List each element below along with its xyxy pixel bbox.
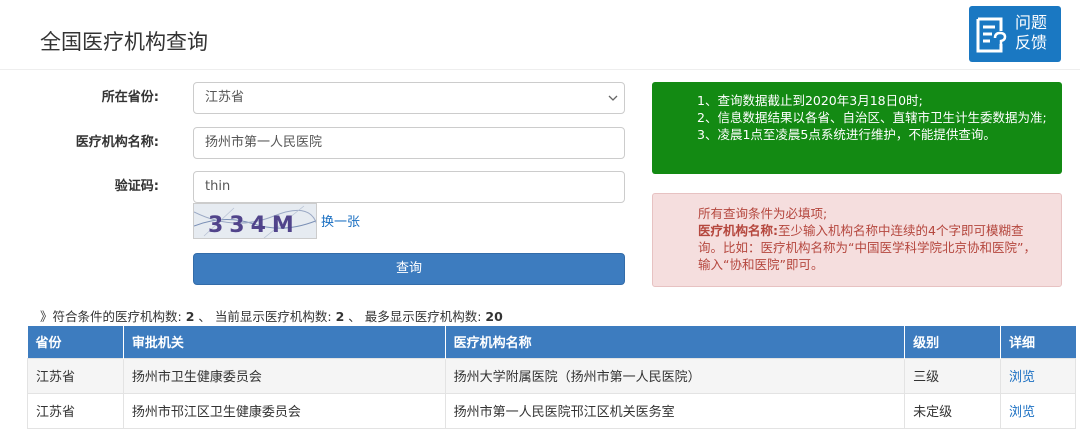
chevron-down-icon bbox=[608, 95, 618, 101]
notice-info-line-2: 2、信息数据结果以各省、自治区、直辖市卫生计生委数据为准; bbox=[697, 110, 1047, 125]
col-province: 省份 bbox=[27, 326, 124, 358]
cell-detail: 浏览 bbox=[1000, 392, 1076, 429]
province-label: 所在省份: bbox=[101, 90, 159, 105]
result-table: 省份 审批机关 医疗机构名称 级别 详细 江苏省 扬州市卫生健康委员会 扬州大学… bbox=[27, 326, 1076, 429]
feedback-button[interactable]: 问题 反馈 bbox=[969, 6, 1061, 62]
captcha-row: 验证码: thin bbox=[0, 171, 640, 203]
summary-max-count: 20 bbox=[485, 309, 503, 324]
cell-approval-authority: 扬州市邗江区卫生健康委员会 bbox=[122, 392, 446, 429]
result-summary: 》符合条件的医疗机构数: 2 、 当前显示医疗机构数: 2 、 最多显示医疗机构… bbox=[40, 306, 503, 325]
summary-matched-count: 2 bbox=[185, 309, 195, 324]
institution-label: 医疗机构名称: bbox=[75, 135, 159, 150]
notice-info-line-1: 1、查询数据截止到2020年3月18日0时; bbox=[697, 93, 923, 108]
notice-info-line-3: 3、凌晨1点至凌晨5点系统进行维护，不能提供查询。 bbox=[697, 127, 996, 142]
view-detail-link[interactable]: 浏览 bbox=[1009, 370, 1035, 385]
cell-institution-name: 扬州大学附属医院（扬州市第一人民医院） bbox=[444, 357, 906, 394]
col-detail: 详细 bbox=[1000, 326, 1076, 358]
table-row: 江苏省 扬州市卫生健康委员会 扬州大学附属医院（扬州市第一人民医院） 三级 浏览 bbox=[27, 357, 1076, 394]
notice-info: 1、查询数据截止到2020年3月18日0时; 2、信息数据结果以各省、自治区、直… bbox=[652, 82, 1062, 174]
summary-max-label: 、 最多显示医疗机构数: bbox=[348, 309, 482, 324]
summary-matched-label: 》符合条件的医疗机构数: bbox=[40, 309, 182, 324]
institution-row: 医疗机构名称: 扬州市第一人民医院 bbox=[0, 127, 640, 159]
cell-approval-authority: 扬州市卫生健康委员会 bbox=[122, 357, 446, 394]
captcha-input[interactable]: thin bbox=[193, 171, 625, 203]
view-detail-link[interactable]: 浏览 bbox=[1009, 405, 1035, 420]
institution-name-input[interactable]: 扬州市第一人民医院 bbox=[193, 127, 625, 159]
cell-level: 三级 bbox=[904, 357, 1002, 394]
feedback-label-2: 反馈 bbox=[1015, 33, 1048, 52]
captcha-refresh-link[interactable]: 换一张 bbox=[321, 211, 360, 230]
table-row: 江苏省 扬州市邗江区卫生健康委员会 扬州市第一人民医院邗江区机关医务室 未定级 … bbox=[27, 392, 1076, 429]
captcha-label: 验证码: bbox=[114, 179, 159, 194]
col-institution-name: 医疗机构名称 bbox=[445, 326, 906, 358]
summary-shown-count: 2 bbox=[335, 309, 345, 324]
institution-value: 扬州市第一人民医院 bbox=[205, 135, 323, 150]
cell-level: 未定级 bbox=[904, 392, 1002, 429]
cell-detail: 浏览 bbox=[1000, 357, 1076, 394]
summary-shown-label: 、 当前显示医疗机构数: bbox=[198, 309, 332, 324]
col-level: 级别 bbox=[904, 326, 1002, 358]
page-header: 全国医疗机构查询 问题 反馈 bbox=[0, 0, 1080, 70]
feedback-form-icon bbox=[976, 17, 1007, 53]
cell-institution-name: 扬州市第一人民医院邗江区机关医务室 bbox=[444, 392, 906, 429]
province-select[interactable]: 江苏省 bbox=[193, 82, 625, 114]
notice-required-bold: 医疗机构名称: bbox=[698, 223, 778, 238]
cell-province: 江苏省 bbox=[27, 392, 124, 429]
query-button[interactable]: 查询 bbox=[193, 253, 625, 285]
captcha-image[interactable]: 334M bbox=[193, 203, 317, 239]
notice-required: 所有查询条件为必填项; 医疗机构名称:至少输入机构名称中连续的4个字即可模糊查询… bbox=[652, 193, 1062, 287]
cell-province: 江苏省 bbox=[27, 357, 124, 394]
notice-required-line-1: 所有查询条件为必填项; bbox=[698, 206, 828, 221]
captcha-text: 334M bbox=[208, 213, 300, 238]
captcha-value: thin bbox=[205, 179, 231, 194]
col-approval-authority: 审批机关 bbox=[123, 326, 446, 358]
feedback-label-1: 问题 bbox=[1015, 13, 1048, 32]
province-row: 所在省份: 江苏省 bbox=[0, 82, 640, 114]
page-title: 全国医疗机构查询 bbox=[40, 30, 208, 54]
province-value: 江苏省 bbox=[205, 90, 245, 105]
table-header-row: 省份 审批机关 医疗机构名称 级别 详细 bbox=[27, 326, 1076, 358]
